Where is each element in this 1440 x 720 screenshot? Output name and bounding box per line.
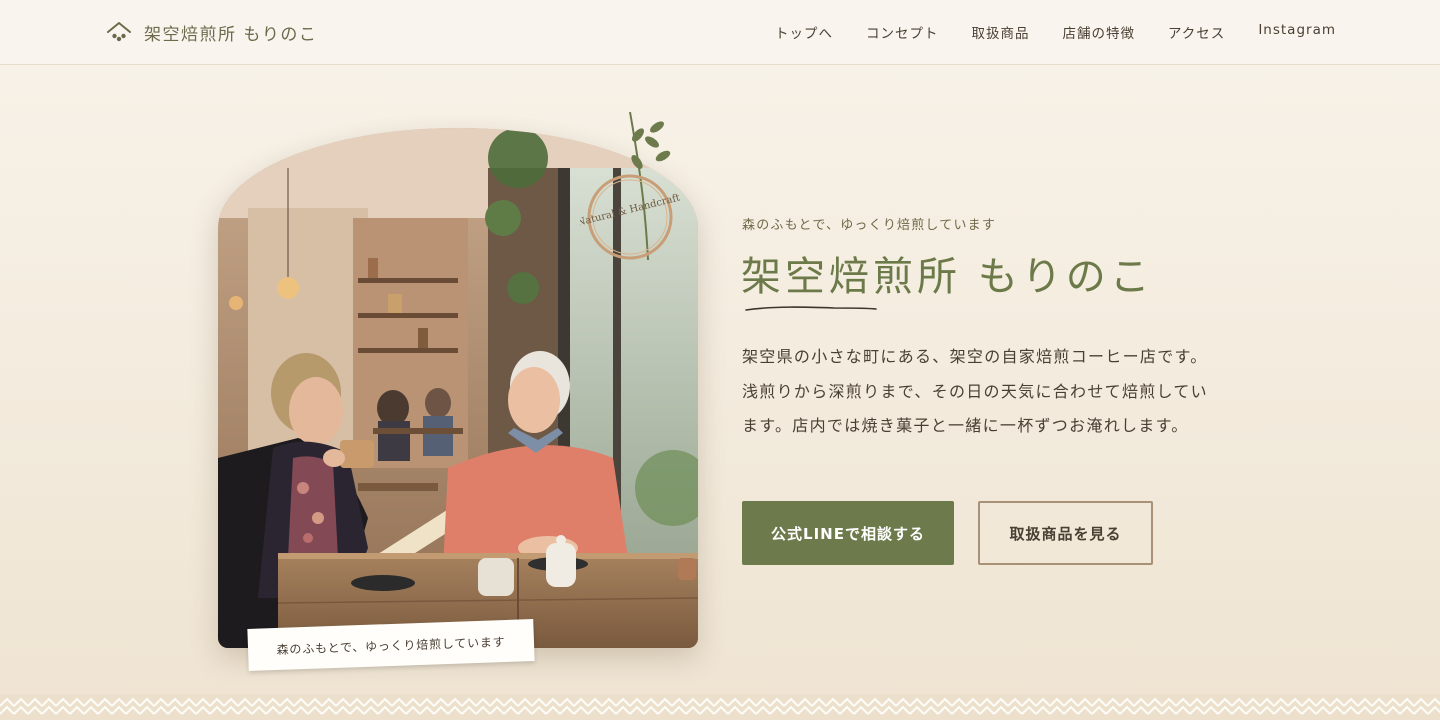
title-underline (745, 306, 877, 311)
natural-handcraft-stamp: Natural & Handcraft (580, 111, 681, 261)
photo-caption: 森のふもとで、ゆっくり焙煎しています (247, 619, 535, 671)
nav-features[interactable]: 店舗の特徴 (1062, 22, 1135, 42)
line-consult-button[interactable]: 公式LINEで相談する (742, 501, 954, 565)
view-products-button[interactable]: 取扱商品を見る (978, 501, 1153, 565)
zigzag-divider (0, 694, 1440, 720)
nav-concept[interactable]: コンセプト (866, 22, 939, 42)
hero-tagline: 森のふもとで、ゆっくり焙煎しています (742, 218, 997, 233)
hero-title: 架空焙煎所 もりのこ (741, 254, 1154, 300)
main-nav: トップへ コンセプト 取扱商品 店舗の特徴 アクセス Instagram (775, 22, 1336, 42)
house-leaf-icon (107, 22, 131, 42)
hero-description: 架空県の小さな町にある、架空の自家焙煎コーヒー店です。浅煎りから深煎りまで、その… (742, 347, 1208, 435)
nav-access[interactable]: アクセス (1168, 22, 1225, 42)
brand-name: 架空焙煎所 もりのこ (144, 24, 318, 45)
brand-logo[interactable]: 架空焙煎所 もりのこ (106, 19, 317, 45)
nav-instagram[interactable]: Instagram (1258, 22, 1336, 42)
site-header: 架空焙煎所 もりのこ トップへ コンセプト 取扱商品 店舗の特徴 アクセス In… (0, 0, 1440, 65)
nav-products[interactable]: 取扱商品 (971, 22, 1029, 42)
nav-top[interactable]: トップへ (775, 22, 833, 42)
